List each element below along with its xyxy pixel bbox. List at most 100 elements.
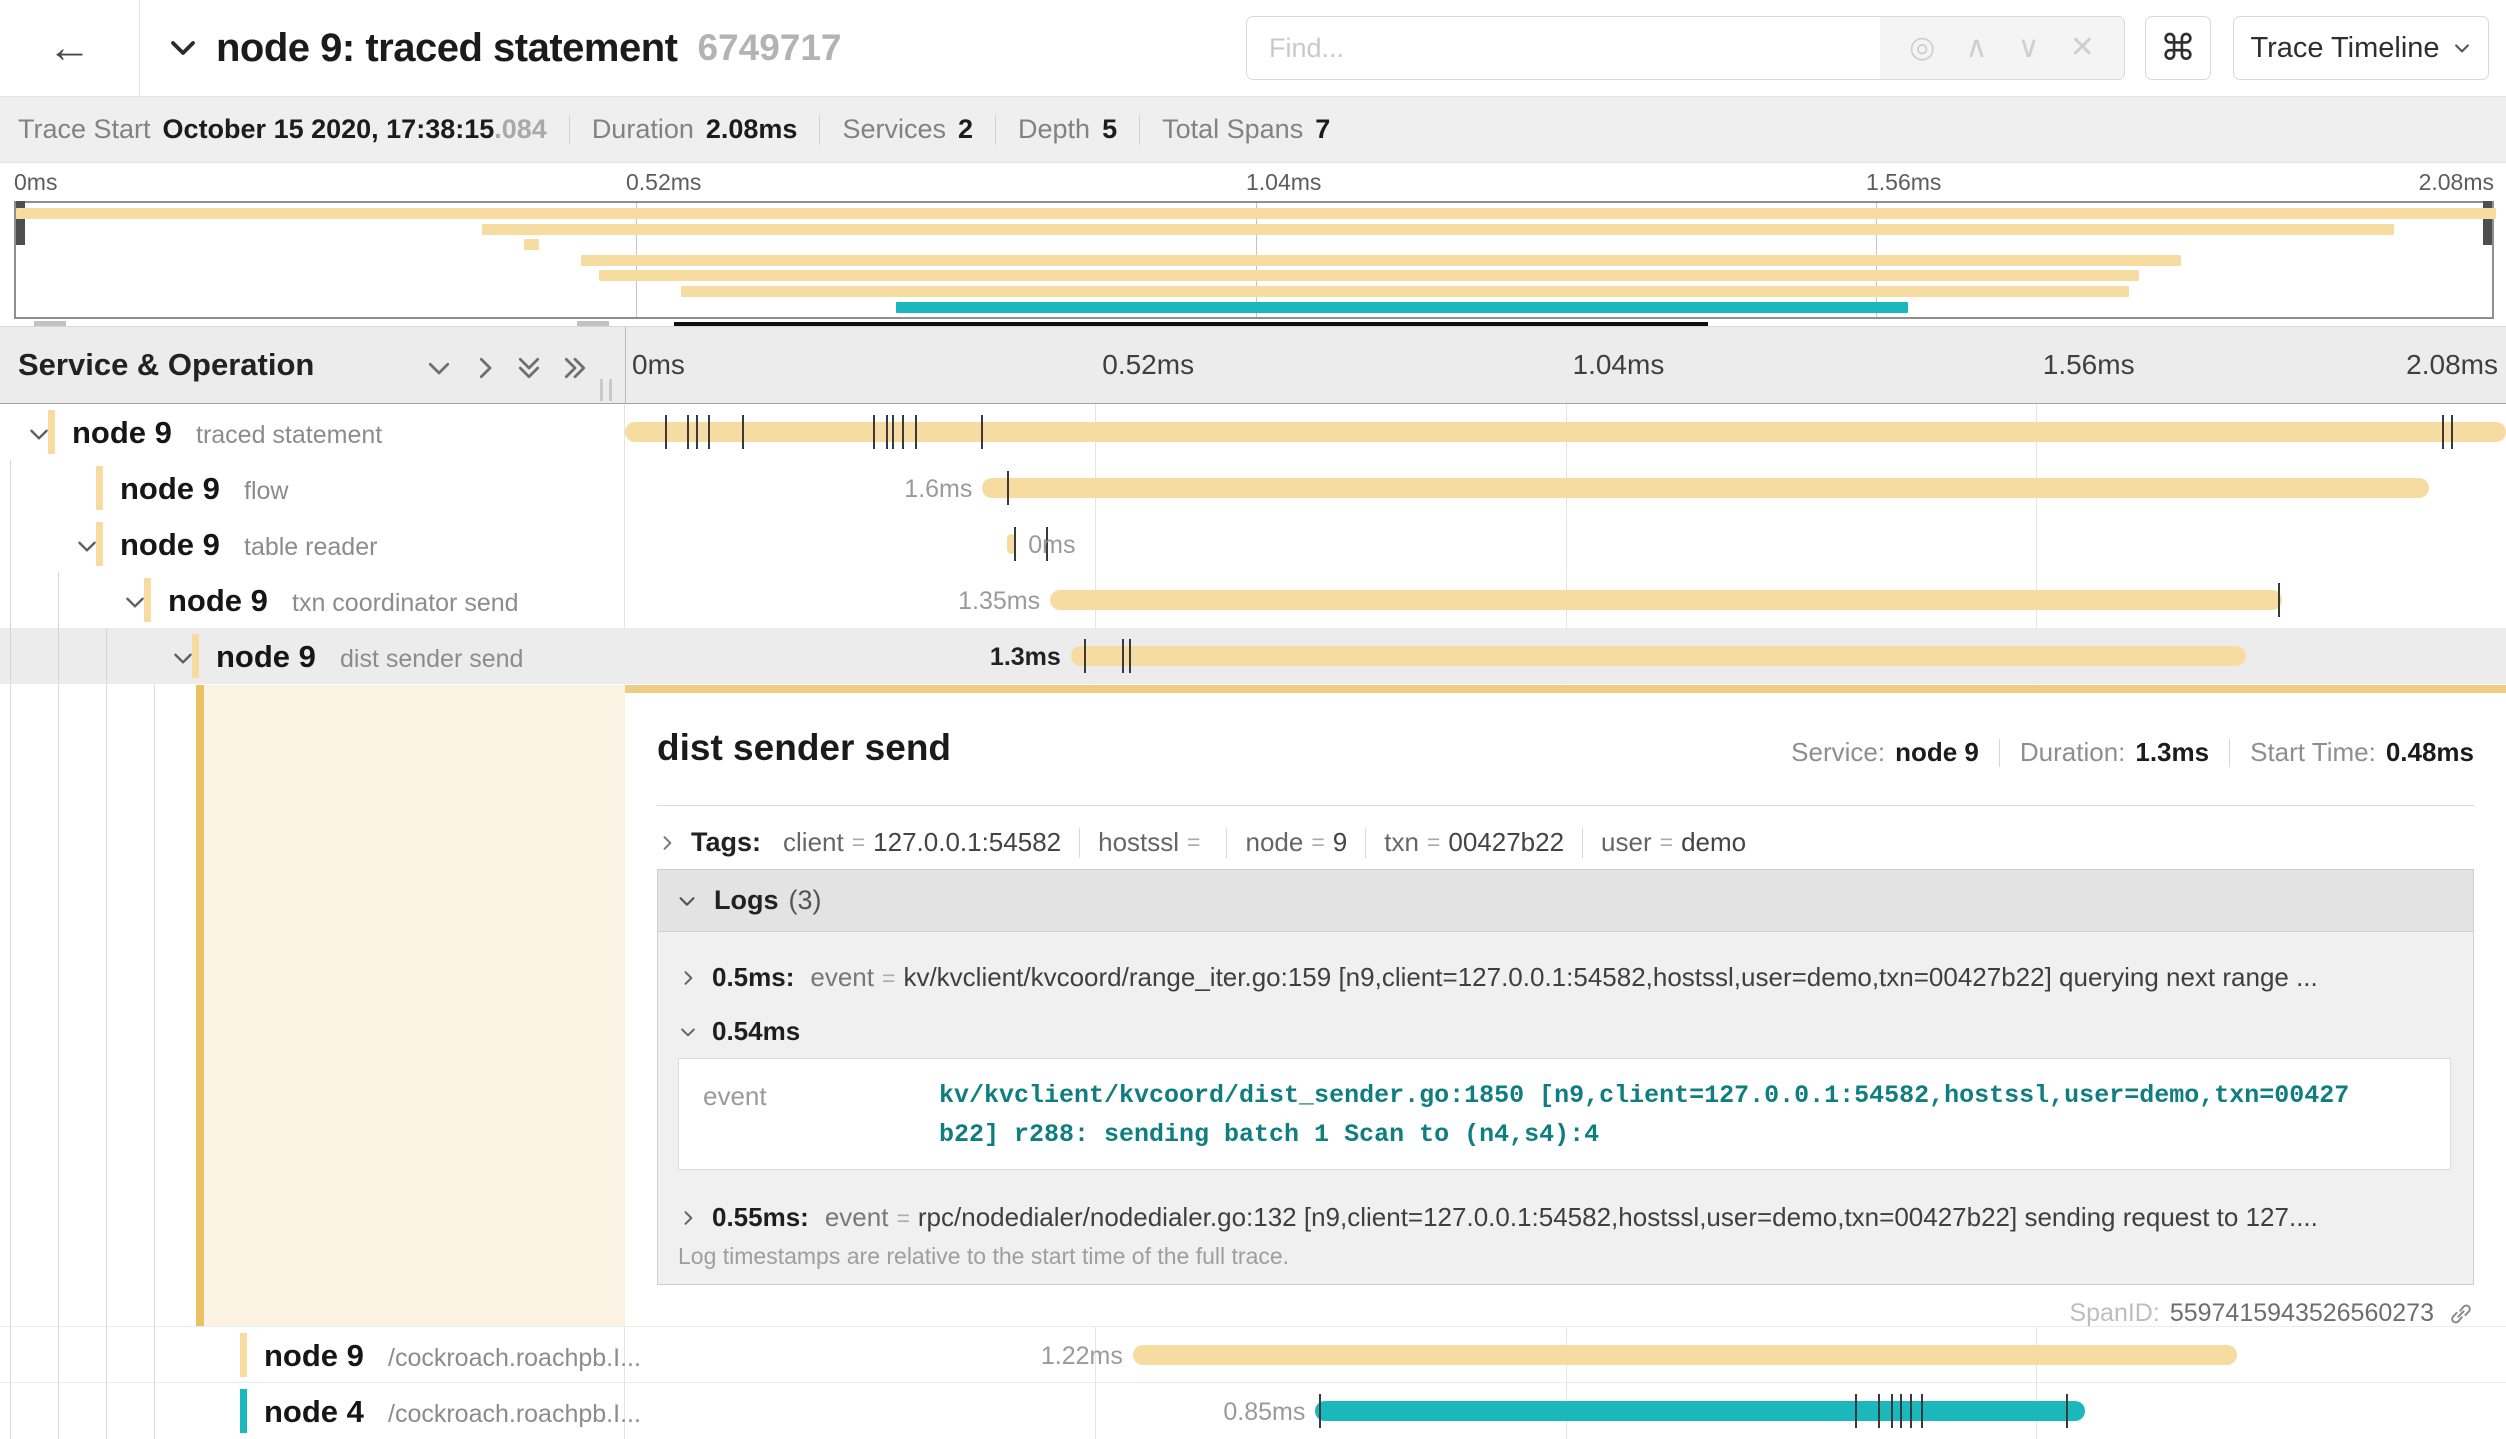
log-marker-tick: [915, 415, 917, 449]
service-color-bar: [240, 1389, 247, 1433]
span-bar[interactable]: [625, 422, 2506, 442]
log-marker-tick: [708, 415, 710, 449]
span-name-cell[interactable]: node 4/cockroach.roachpb.I...: [0, 1383, 625, 1439]
log-marker-tick: [1900, 1394, 1902, 1428]
indent-guide: [154, 1383, 155, 1439]
tag-item: client=127.0.0.1:54582: [783, 827, 1061, 858]
log-timestamp: 0.55ms:: [712, 1202, 809, 1233]
link-icon[interactable]: [2448, 1301, 2474, 1327]
service-value: node 9: [1895, 737, 1979, 768]
span-detail-meta: Service: node 9 Duration: 1.3ms Start Ti…: [1791, 737, 2474, 768]
log-marker-tick: [886, 415, 888, 449]
span-bar[interactable]: [1315, 1401, 2084, 1421]
span-name-cell[interactable]: node 9traced statement: [0, 404, 625, 460]
span-bar[interactable]: [1050, 590, 2282, 610]
log-entry-collapsed[interactable]: 0.55ms: event = rpc/nodedialer/nodediale…: [678, 1202, 2453, 1233]
span-detail-panel: dist sender send Service: node 9 Duratio…: [625, 693, 2506, 1326]
collapse-trace-chevron-icon[interactable]: [168, 33, 198, 63]
span-bar[interactable]: [982, 478, 2428, 498]
column-resizer-grip[interactable]: [600, 379, 612, 401]
tag-equals: =: [852, 829, 865, 856]
logs-section: Logs (3) 0.5ms: event = kv/kvclient/kvco…: [657, 869, 2474, 1285]
indent-guide: [10, 460, 11, 516]
span-row: node 9/cockroach.roachpb.I... 1.22ms: [0, 1326, 2506, 1382]
operation-name: txn coordinator send: [292, 589, 519, 618]
span-name-cell[interactable]: node 9/cockroach.roachpb.I...: [0, 1327, 625, 1383]
minimap-tick-label: 0ms: [14, 169, 57, 196]
tag-key: hostssl: [1098, 827, 1179, 858]
log-timestamp: 0.54ms: [712, 1016, 800, 1047]
clear-search-icon[interactable]: ✕: [2070, 33, 2095, 63]
back-button[interactable]: ←: [0, 0, 140, 96]
find-group: ◎ ∧ ∨ ✕: [1246, 16, 2125, 80]
chevron-right-icon: [678, 1208, 698, 1228]
timeline-tick-label: 0.52ms: [1102, 349, 1194, 381]
tags-toggle-row[interactable]: Tags: client=127.0.0.1:54582hostssl=node…: [657, 827, 1746, 858]
tag-item: txn=00427b22: [1384, 827, 1564, 858]
find-input[interactable]: [1247, 17, 1880, 79]
summary-value: 2: [958, 114, 973, 145]
double-chevron-right-icon[interactable]: [560, 353, 590, 383]
log-marker-tick: [873, 415, 875, 449]
service-name: node 9: [72, 415, 172, 451]
log-marker-tick: [1084, 639, 1086, 673]
log-marker-tick: [1007, 471, 1009, 505]
chevron-right-icon: [678, 968, 698, 988]
page-title: node 9: traced statement: [216, 26, 677, 71]
span-duration-label: 1.22ms: [1041, 1342, 1123, 1371]
tag-separator: [1079, 828, 1080, 858]
locate-icon[interactable]: ◎: [1909, 33, 1935, 63]
minimap-span-bar: [581, 255, 2181, 266]
summary-label: Duration: [592, 114, 694, 145]
next-match-icon[interactable]: ∨: [2018, 33, 2040, 63]
indent-guide: [10, 628, 11, 684]
chevron-down-icon[interactable]: [424, 353, 454, 383]
log-marker-tick: [696, 415, 698, 449]
span-bar[interactable]: [1071, 646, 2247, 666]
prev-match-icon[interactable]: ∧: [1965, 33, 1987, 63]
span-name-cell[interactable]: node 9flow: [0, 460, 625, 516]
span-name-cell[interactable]: node 9txn coordinator send: [0, 572, 625, 628]
log-marker-tick: [2278, 583, 2280, 617]
summary-separator: [1139, 115, 1140, 145]
span-duration-label: 1.35ms: [958, 587, 1040, 616]
indent-guide: [58, 1327, 59, 1383]
span-name-cell[interactable]: node 9table reader: [0, 516, 625, 572]
summary-value: 5: [1102, 114, 1117, 145]
tag-value: 9: [1333, 827, 1347, 858]
tag-equals: =: [1187, 829, 1200, 856]
span-name-cell[interactable]: node 9dist sender send: [0, 628, 625, 684]
trace-view-selector[interactable]: Trace Timeline: [2233, 16, 2489, 80]
span-timeline-cell: 0ms: [625, 516, 2506, 572]
tag-value: 00427b22: [1448, 827, 1564, 858]
logs-header[interactable]: Logs (3): [658, 870, 2473, 932]
back-arrow-icon: ←: [48, 23, 92, 73]
span-detail-title: dist sender send: [657, 727, 951, 769]
chevron-right-icon: [657, 833, 677, 853]
trace-timeline-page: ← node 9: traced statement 6749717 ◎ ∧ ∨…: [0, 0, 2506, 1439]
operation-name: /cockroach.roachpb.I...: [388, 1400, 641, 1429]
chevron-down-icon: [678, 1022, 698, 1042]
command-icon: ⌘: [2160, 27, 2196, 69]
summary-item: Duration2.08ms: [592, 114, 798, 145]
indent-guide: [10, 1327, 11, 1383]
indent-guide: [106, 1383, 107, 1439]
minimap-canvas[interactable]: [14, 201, 2494, 319]
log-entry-expanded-header[interactable]: 0.54ms: [678, 1016, 2453, 1047]
log-marker-tick: [1319, 1394, 1321, 1428]
log-entry-collapsed[interactable]: 0.5ms: event = kv/kvclient/kvcoord/range…: [678, 962, 2453, 993]
log-marker-tick: [1855, 1394, 1857, 1428]
double-chevron-down-icon[interactable]: [514, 353, 544, 383]
log-marker-tick: [1910, 1394, 1912, 1428]
span-row: node 9flow1.6ms: [0, 460, 2506, 516]
operation-name: dist sender send: [340, 645, 523, 674]
tag-item: user=demo: [1601, 827, 1746, 858]
tag-value: 127.0.0.1:54582: [873, 827, 1061, 858]
span-bar[interactable]: [1133, 1345, 2237, 1365]
tag-item: hostssl =: [1098, 827, 1208, 858]
log-marker-tick: [1921, 1394, 1923, 1428]
tags-label: Tags:: [691, 827, 761, 858]
trace-title-wrap: node 9: traced statement 6749717: [168, 0, 842, 96]
chevron-right-icon[interactable]: [470, 353, 500, 383]
keyboard-shortcuts-button[interactable]: ⌘: [2145, 16, 2211, 80]
